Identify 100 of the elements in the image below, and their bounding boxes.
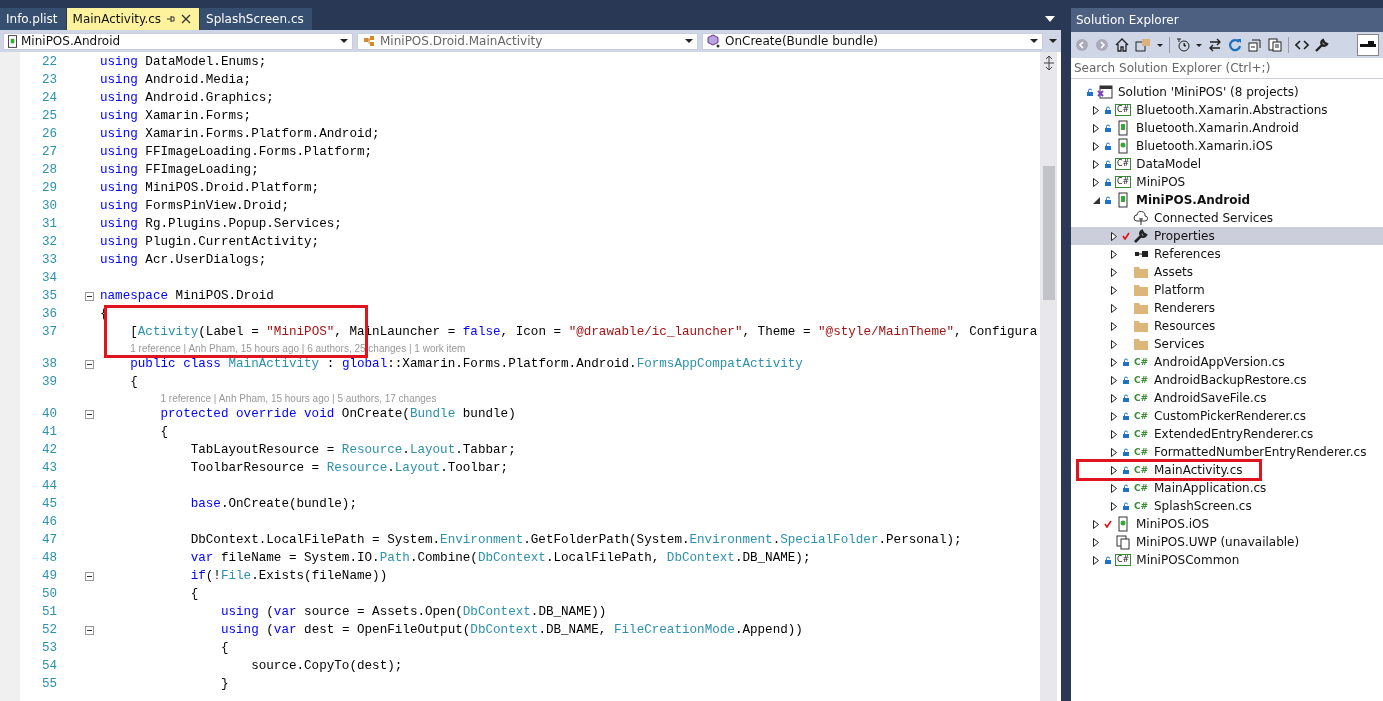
tree-item[interactable]: C# MiniPOSCommon [1071, 551, 1383, 569]
expand-arrow-icon[interactable] [1111, 285, 1117, 295]
line-number: 29 [40, 181, 57, 195]
collapse-icon[interactable] [85, 625, 94, 635]
expand-arrow-icon[interactable] [1111, 249, 1117, 259]
tree-item[interactable]: C# SplashScreen.cs [1071, 497, 1383, 515]
tree-item[interactable]: MiniPOS.UWP (unavailable) [1071, 533, 1383, 551]
file-tab[interactable]: Info.plist [0, 8, 66, 30]
code-line: var fileName = System.IO.Path.Combine(DbContext.LocalFilePath, DbContext.DB_NAME); [189, 551, 811, 565]
tree-item[interactable]: References [1071, 245, 1383, 263]
collapse-icon[interactable] [85, 359, 94, 369]
expand-arrow-icon[interactable] [1111, 375, 1117, 385]
tree-item[interactable]: C# FormattedNumberEntryRenderer.cs [1071, 443, 1383, 461]
expand-arrow-icon[interactable] [1111, 465, 1117, 475]
folder-icon [1133, 282, 1149, 298]
copy-icon[interactable] [1268, 38, 1282, 52]
dropdown-caret-icon[interactable] [1157, 43, 1163, 47]
expand-arrow-icon[interactable] [1111, 339, 1117, 349]
file-tab[interactable]: SplashScreen.cs [200, 8, 312, 30]
line-number: 38 [40, 357, 57, 371]
wrench-icon[interactable] [1315, 38, 1329, 52]
code-line: if(!File.Exists(fileName)) [189, 569, 388, 583]
expand-arrow-icon[interactable] [1111, 411, 1117, 421]
csharp-file-icon: C# [1133, 501, 1149, 511]
line-number: 35 [40, 289, 57, 303]
code-icon[interactable] [1295, 38, 1309, 52]
expand-arrow-icon[interactable] [1093, 105, 1099, 115]
auto-hide-icon[interactable] [1357, 34, 1379, 56]
tree-item[interactable]: Services [1071, 335, 1383, 353]
expand-arrow-icon[interactable] [1093, 123, 1099, 133]
expand-arrow-icon[interactable] [1111, 231, 1117, 241]
expand-arrow-icon[interactable] [1111, 501, 1117, 511]
expand-arrow-icon[interactable] [1093, 177, 1099, 187]
dropdown-caret-icon[interactable] [1049, 39, 1057, 43]
expand-arrow-icon[interactable] [1111, 267, 1117, 277]
tree-item[interactable]: MiniPOS.Android [1071, 191, 1383, 209]
tree-item[interactable]: Bluetooth.Xamarin.iOS [1071, 137, 1383, 155]
expand-arrow-icon[interactable] [1093, 519, 1099, 529]
tree-item[interactable]: Resources [1071, 317, 1383, 335]
tree-item[interactable]: C# AndroidAppVersion.cs [1071, 353, 1383, 371]
tree-item[interactable]: C# DataModel [1071, 155, 1383, 173]
expand-arrow-icon[interactable] [1111, 393, 1117, 403]
tree-item[interactable]: Solution 'MiniPOS' (8 projects) [1071, 83, 1383, 101]
clock-icon[interactable] [1176, 38, 1190, 52]
expand-arrow-icon[interactable] [1111, 321, 1117, 331]
navigation-dropdown[interactable]: MiniPOS.Droid.MainActivity [357, 32, 698, 50]
collapse-all-icon[interactable] [1248, 38, 1262, 52]
code-line: ToolbarResource = Resource.Layout.Toolbar; [189, 461, 509, 475]
expand-arrow-icon[interactable] [1093, 537, 1099, 547]
navigation-dropdown[interactable]: OnCreate(Bundle bundle) [702, 32, 1043, 50]
close-icon[interactable] [181, 14, 192, 24]
dropdown-caret-icon[interactable] [1045, 16, 1055, 22]
code-line: using Xamarin.Forms; [100, 109, 252, 123]
code-line: using (var dest = OpenFileOutput(DbContext.DB_NAME, FileCreationMode.Append)) [219, 623, 803, 637]
tree-item[interactable]: Properties [1071, 227, 1383, 245]
switch-views-icon[interactable] [1135, 38, 1151, 52]
file-tab[interactable]: MainActivity.cs [66, 8, 200, 30]
code-line: using FFImageLoading.Forms.Platform; [100, 145, 373, 159]
dropdown-caret-icon[interactable] [1196, 43, 1202, 47]
tree-item[interactable]: MiniPOS.iOS [1071, 515, 1383, 533]
expand-arrow-icon[interactable] [1111, 429, 1117, 439]
tree-item[interactable]: Connected Services [1071, 209, 1383, 227]
line-number: 31 [40, 217, 57, 231]
tree-item[interactable]: Renderers [1071, 299, 1383, 317]
expand-arrow-icon[interactable] [1093, 141, 1099, 151]
tree-item[interactable]: C# Bluetooth.Xamarin.Abstractions [1071, 101, 1383, 119]
navigation-dropdown[interactable]: MiniPOS.Android [3, 32, 353, 50]
tree-item[interactable]: C# ExtendedEntryRenderer.cs [1071, 425, 1383, 443]
line-number: 37 [40, 325, 57, 339]
tree-item[interactable]: C# MainApplication.cs [1071, 479, 1383, 497]
sync-arrows-icon[interactable] [1208, 38, 1222, 52]
expand-arrow-icon[interactable] [1111, 303, 1117, 313]
pin-icon[interactable] [166, 14, 177, 24]
line-number: 55 [40, 677, 57, 691]
collapse-icon[interactable] [85, 409, 94, 419]
refresh-icon[interactable] [1228, 38, 1242, 52]
line-number: 48 [40, 551, 57, 565]
tree-item[interactable]: C# AndroidBackupRestore.cs [1071, 371, 1383, 389]
tree-item[interactable]: Bluetooth.Xamarin.Android [1071, 119, 1383, 137]
class-icon [362, 34, 376, 48]
expand-arrow-icon[interactable] [1111, 357, 1117, 367]
collapse-icon[interactable] [85, 571, 94, 581]
tree-item[interactable]: C# MainActivity.cs [1071, 461, 1383, 479]
line-number: 45 [40, 497, 57, 511]
tree-item[interactable]: C# CustomPickerRenderer.cs [1071, 407, 1383, 425]
expand-arrow-icon[interactable] [1093, 555, 1099, 565]
csharp-project-icon: C# [1115, 176, 1132, 188]
expand-arrow-icon[interactable] [1111, 447, 1117, 457]
tree-item[interactable]: C# MiniPOS [1071, 173, 1383, 191]
tree-item[interactable]: Platform [1071, 281, 1383, 299]
tree-item[interactable]: Assets [1071, 263, 1383, 281]
home-icon[interactable] [1115, 38, 1129, 52]
expand-arrow-icon[interactable] [1093, 159, 1099, 169]
scroll-thumb[interactable] [1042, 166, 1055, 300]
collapse-icon[interactable] [85, 291, 94, 301]
scrollbar[interactable] [1040, 52, 1057, 701]
tree-item[interactable]: C# AndroidSaveFile.cs [1071, 389, 1383, 407]
expand-arrow-icon[interactable] [1111, 483, 1117, 493]
split-icon[interactable] [1043, 56, 1054, 70]
expanded-arrow-icon[interactable] [1092, 196, 1100, 204]
